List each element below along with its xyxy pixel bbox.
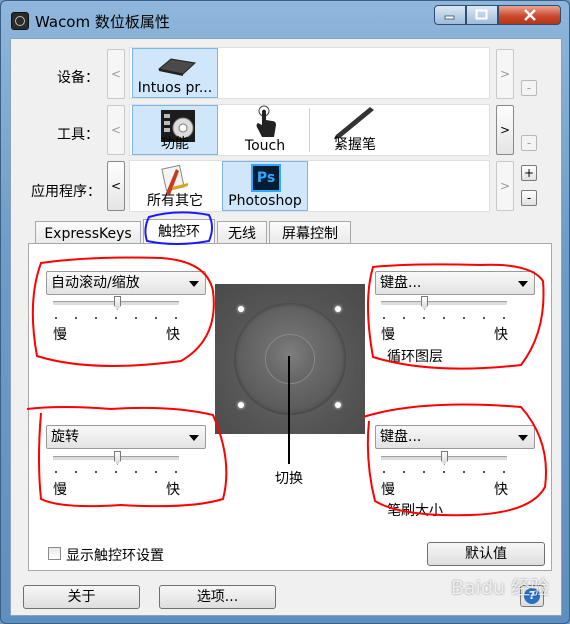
center-button-pointer bbox=[288, 356, 290, 464]
tablet-icon bbox=[157, 58, 197, 76]
title-bar[interactable]: Wacom 数位板属性 bbox=[1, 1, 569, 39]
device-remove-button[interactable]: - bbox=[521, 80, 537, 96]
top-right-speed-track bbox=[381, 301, 507, 305]
app-tile-photoshop-label: Photoshop bbox=[228, 193, 302, 209]
center-toggle-label: 切换 bbox=[275, 471, 303, 487]
bottom-right-function-dropdown[interactable]: 键盘... bbox=[375, 425, 535, 449]
tool-remove-button[interactable]: - bbox=[521, 135, 537, 151]
tab-touch-ring[interactable]: 触控环 bbox=[143, 219, 215, 245]
ring-led-top-right bbox=[335, 306, 341, 312]
top-left-slow-label: 慢 bbox=[53, 327, 67, 343]
bottom-left-slow-label: 慢 bbox=[53, 482, 67, 498]
chevron-down-icon bbox=[189, 281, 199, 287]
bottom-left-function-dropdown[interactable]: 旋转 bbox=[46, 425, 206, 449]
app-tile-photoshop[interactable]: Ps Photoshop bbox=[222, 161, 308, 211]
options-button[interactable]: 选项... bbox=[159, 585, 276, 609]
minimize-icon bbox=[444, 15, 455, 20]
bottom-right-caption: 笔刷大小 bbox=[387, 503, 443, 519]
close-button[interactable] bbox=[498, 5, 561, 25]
chevron-down-icon bbox=[189, 435, 199, 441]
baidu-watermark: Baidu 经验 bbox=[451, 577, 550, 599]
tool-tile-touch[interactable]: Touch bbox=[222, 105, 308, 155]
top-left-function-dropdown[interactable]: 自动滚动/缩放 bbox=[46, 271, 206, 295]
top-right-speed-ticks bbox=[383, 317, 505, 320]
touch-hand-icon bbox=[256, 105, 276, 137]
device-tile-label: Intuos pr... bbox=[137, 80, 213, 96]
app-tile-all-label: 所有其它 bbox=[147, 193, 203, 209]
device-row-label: 设备： bbox=[57, 70, 99, 86]
tab-screen-control[interactable]: 屏幕控制 bbox=[269, 221, 351, 245]
bottom-right-fast-label: 快 bbox=[494, 482, 508, 498]
tab-wireless[interactable]: 无线 bbox=[217, 221, 267, 245]
ring-led-bottom-left bbox=[238, 402, 244, 408]
top-right-slow-label: 慢 bbox=[381, 327, 395, 343]
bottom-left-dropdown-value: 旋转 bbox=[51, 429, 79, 445]
top-left-fast-label: 快 bbox=[166, 327, 180, 343]
tool-row-label: 工具： bbox=[57, 127, 99, 143]
application-scroll-left[interactable]: < bbox=[107, 161, 125, 211]
top-right-function-dropdown[interactable]: 键盘... bbox=[375, 271, 535, 295]
maximize-button[interactable] bbox=[466, 5, 498, 25]
photoshop-icon: Ps bbox=[251, 164, 281, 192]
tool-scroll-left[interactable]: < bbox=[107, 105, 125, 155]
tool-tile-function[interactable]: 功能 bbox=[132, 105, 218, 155]
bottom-left-speed-ticks bbox=[55, 471, 177, 474]
device-tile-intuos[interactable]: Intuos pr... bbox=[132, 48, 218, 98]
minimize-button[interactable] bbox=[434, 5, 466, 25]
show-ring-settings-checkbox[interactable] bbox=[48, 547, 61, 560]
touch-ring-center-button bbox=[265, 334, 315, 384]
touch-ring-image bbox=[215, 284, 365, 434]
default-button[interactable]: 默认值 bbox=[427, 542, 545, 566]
chevron-down-icon bbox=[518, 281, 528, 287]
application-add-button[interactable]: + bbox=[521, 165, 537, 181]
application-scroll-right[interactable]: > bbox=[496, 161, 514, 211]
top-left-dropdown-value: 自动滚动/缩放 bbox=[51, 275, 140, 291]
chevron-down-icon bbox=[518, 435, 528, 441]
show-ring-settings-label: 显示触控环设置 bbox=[66, 548, 164, 564]
ring-led-top-left bbox=[238, 306, 244, 312]
wacom-app-icon bbox=[11, 12, 29, 30]
bottom-right-speed-ticks bbox=[383, 471, 505, 474]
tool-scroll-right[interactable]: > bbox=[496, 105, 514, 155]
tool-separator bbox=[309, 108, 310, 152]
tool-tile-pen-label: 紧握笔 bbox=[334, 137, 376, 153]
top-left-speed-ticks bbox=[55, 317, 177, 320]
device-scroll-left[interactable]: < bbox=[107, 49, 125, 99]
application-remove-button[interactable]: - bbox=[521, 190, 537, 206]
top-right-dropdown-value: 键盘... bbox=[380, 275, 422, 291]
window-title: Wacom 数位板属性 bbox=[35, 13, 170, 31]
tool-tile-grip-pen[interactable]: 紧握笔 bbox=[312, 105, 398, 155]
about-button[interactable]: 关于 bbox=[23, 585, 140, 609]
app-tile-all-others[interactable]: 所有其它 bbox=[132, 161, 218, 211]
maximize-icon bbox=[475, 9, 488, 20]
bottom-left-fast-label: 快 bbox=[166, 482, 180, 498]
bottom-right-dropdown-value: 键盘... bbox=[380, 429, 422, 445]
bottom-right-slow-label: 慢 bbox=[381, 482, 395, 498]
tool-tile-function-label: 功能 bbox=[161, 136, 189, 152]
ring-led-bottom-right bbox=[335, 402, 341, 408]
close-icon bbox=[523, 9, 536, 21]
properties-window: Wacom 数位板属性 设备： < Intuos pr... > - 工具： < bbox=[0, 0, 570, 624]
top-right-fast-label: 快 bbox=[494, 327, 508, 343]
tab-expresskeys[interactable]: ExpressKeys bbox=[35, 221, 141, 245]
top-right-caption: 循环图层 bbox=[387, 349, 443, 365]
device-scroll-right[interactable]: > bbox=[496, 49, 514, 99]
application-row-label: 应用程序： bbox=[31, 184, 101, 200]
tool-tile-touch-label: Touch bbox=[244, 138, 286, 154]
